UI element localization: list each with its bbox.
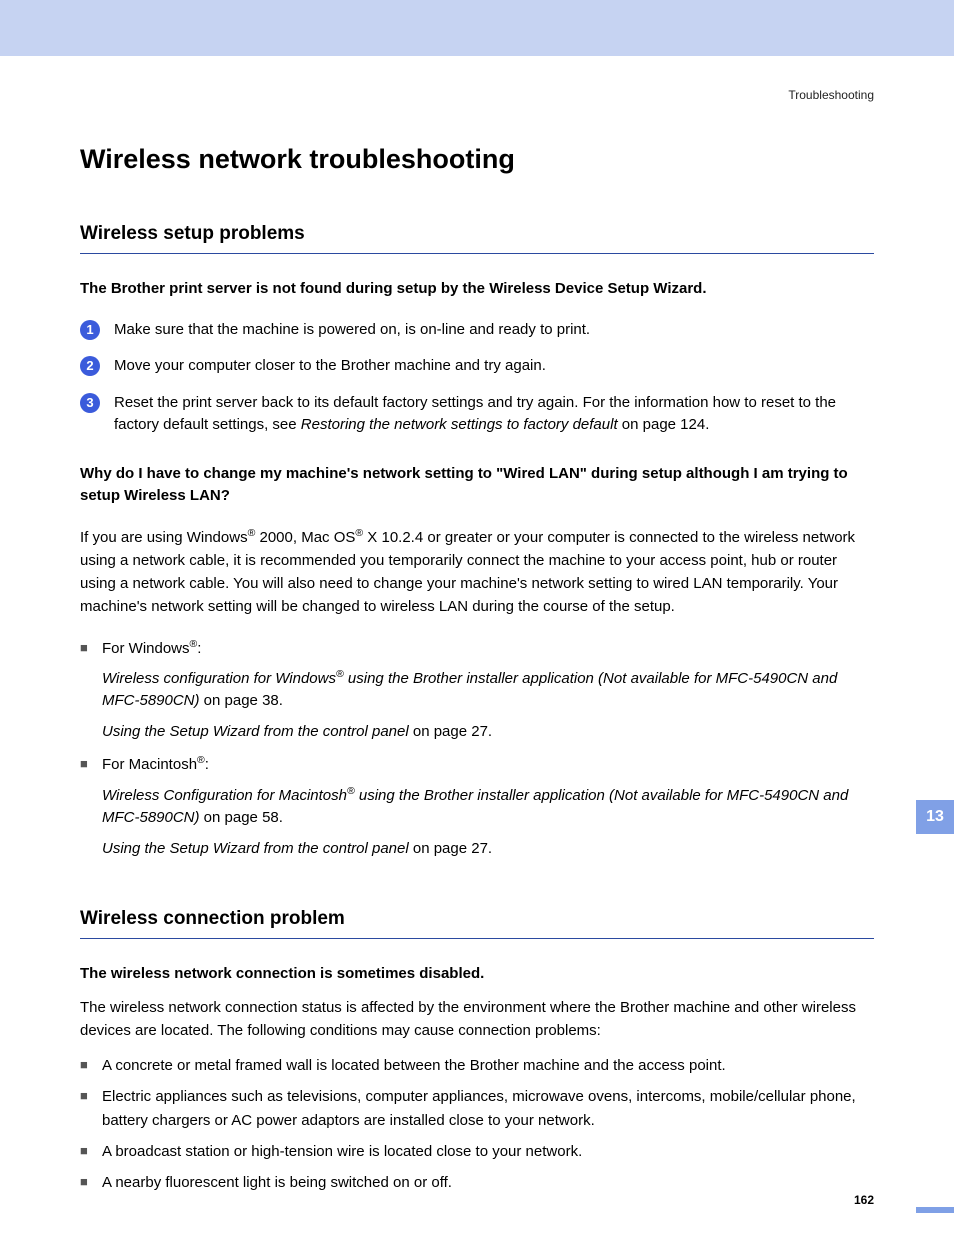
list-item: Electric appliances such as televisions,… [80,1085,874,1132]
text-run: For Macintosh [102,756,197,773]
cross-reference: Wireless configuration for Windows® usin… [102,668,874,713]
text-run: on page 27. [409,840,492,857]
text-run: on page 27. [409,723,492,740]
cross-reference-link[interactable]: Using the Setup Wizard from the control … [102,840,409,857]
cross-reference: Using the Setup Wizard from the control … [102,838,874,861]
issue-heading-not-found: The Brother print server is not found du… [80,278,874,301]
text-run: If you are using Windows [80,529,248,546]
text-run: 2000, Mac OS [255,529,355,546]
cross-reference-link[interactable]: Restoring the network settings to factor… [301,416,618,433]
platform-list: For Windows ®: Wireless configuration for… [80,637,874,861]
step-text: Reset the print server back to its defau… [114,392,874,437]
list-item: A nearby fluorescent light is being swit… [80,1171,874,1194]
step-number-icon: 3 [80,393,100,413]
list-item-macintosh: For Macintosh®: Wireless Configuration f… [80,753,874,860]
registered-mark: ® [336,668,344,680]
cross-reference-link[interactable]: Using the Setup Wizard from the control … [102,723,409,740]
registered-mark: ® [197,754,205,766]
text-run: For Windows [102,640,190,657]
sub-references: Wireless Configuration for Macintosh® us… [102,785,874,861]
top-band [0,0,954,56]
cross-reference: Using the Setup Wizard from the control … [102,721,874,744]
body-paragraph: The wireless network connection status i… [80,996,874,1043]
text-run: : [205,756,209,773]
step-item: 1 Make sure that the machine is powered … [80,319,874,342]
text-run: on page 38. [200,692,283,709]
list-item-windows: For Windows ®: Wireless configuration for… [80,637,874,744]
footer-accent-bar [916,1207,954,1213]
step-number-icon: 1 [80,320,100,340]
step-item: 3 Reset the print server back to its def… [80,392,874,437]
cross-reference: Wireless Configuration for Macintosh® us… [102,785,874,830]
list-item: A broadcast station or high-tension wire… [80,1140,874,1163]
sub-references: Wireless configuration for Windows® usin… [102,668,874,744]
page-title: Wireless network troubleshooting [80,144,874,175]
text-run: on page 124. [618,416,710,433]
page-number: 162 [854,1193,874,1207]
text-run: : [197,640,201,657]
numbered-steps: 1 Make sure that the machine is powered … [80,319,874,437]
step-number-icon: 2 [80,356,100,376]
running-header: Troubleshooting [80,88,874,102]
registered-mark: ® [347,785,355,797]
registered-mark: ® [355,527,363,539]
step-text: Make sure that the machine is powered on… [114,319,874,342]
section-rule [80,938,874,939]
step-item: 2 Move your computer closer to the Broth… [80,355,874,378]
text-run: on page 58. [200,809,283,826]
section-rule [80,253,874,254]
conditions-list: A concrete or metal framed wall is locat… [80,1054,874,1194]
body-paragraph: If you are using Windows® 2000, Mac OS® … [80,526,874,619]
list-item: A concrete or metal framed wall is locat… [80,1054,874,1077]
step-text: Move your computer closer to the Brother… [114,355,874,378]
section-heading-connection: Wireless connection problem [80,908,874,930]
section-heading-setup: Wireless setup problems [80,223,874,245]
page-content: Troubleshooting Wireless network trouble… [0,88,954,1194]
issue-heading-wired-lan: Why do I have to change my machine's net… [80,463,874,508]
issue-heading-disabled: The wireless network connection is somet… [80,963,874,986]
